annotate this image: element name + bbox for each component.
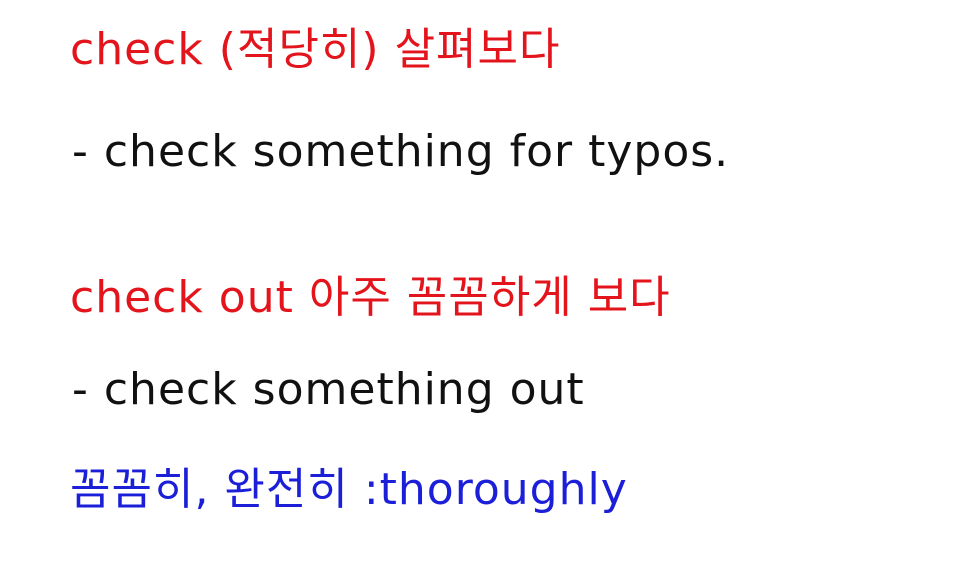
example-check: - check something for typos. [72,126,730,177]
example-check-out: - check something out [72,364,585,415]
heading-check-out: check out 아주 꼼꼼하게 보다 [70,272,671,323]
definition-thoroughly: 꼼꼼히, 완전히 :thoroughly [70,464,628,515]
heading-check: check (적당히) 살펴보다 [70,24,561,75]
